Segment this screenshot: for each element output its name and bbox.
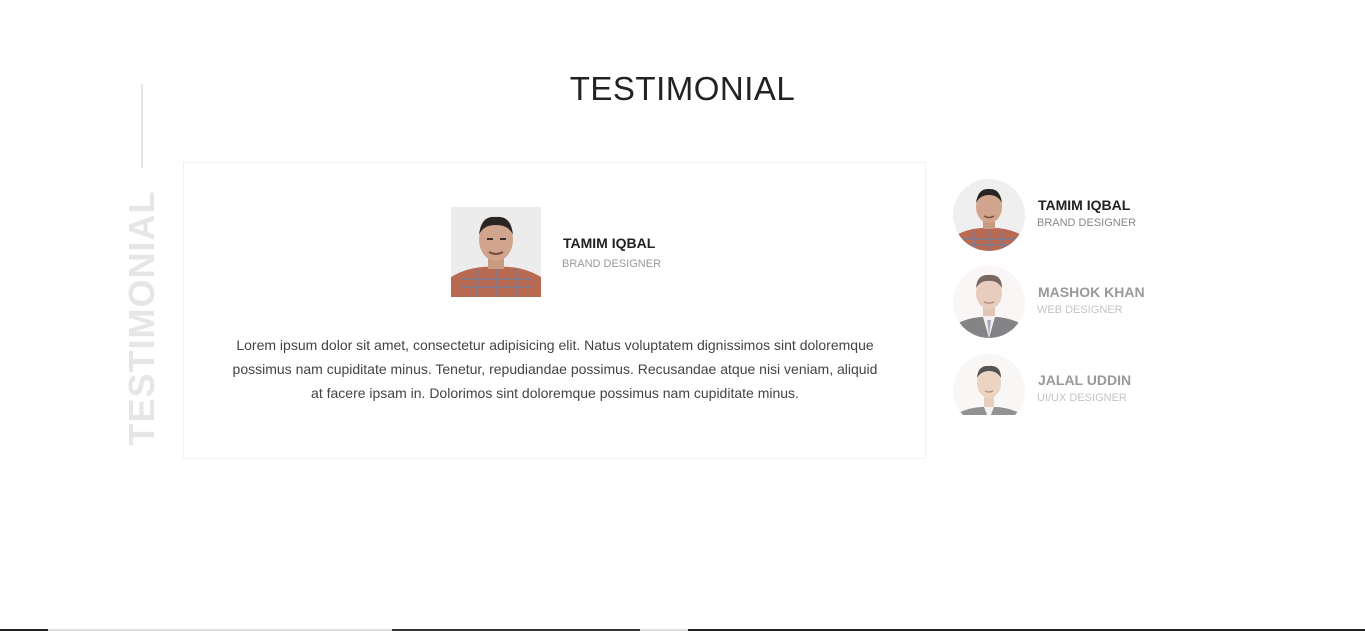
- testimonial-item-name: JALAL UDDIN: [1038, 372, 1132, 388]
- testimonial-quote: Lorem ipsum dolor sit amet, consectetur …: [232, 337, 878, 401]
- avatar: [953, 179, 1025, 251]
- featured-photo: [451, 207, 541, 297]
- vertical-divider: [141, 84, 143, 168]
- person-photo-icon: [953, 266, 1025, 338]
- side-label: TESTIMONIAL: [121, 190, 162, 446]
- avatar: [953, 266, 1025, 338]
- avatar: [953, 354, 1025, 415]
- testimonial-item-jalal[interactable]: JALAL UDDIN UI/UX DESIGNER: [952, 353, 1192, 415]
- testimonial-card: [183, 162, 926, 459]
- testimonial-item-tamim[interactable]: TAMIM IQBAL BRAND DESIGNER: [952, 178, 1192, 252]
- testimonial-item-name: TAMIM IQBAL: [1038, 197, 1131, 213]
- testimonial-item-mashok[interactable]: MASHOK KHAN WEB DESIGNER: [952, 265, 1192, 339]
- testimonial-item-role: WEB DESIGNER: [1037, 304, 1123, 316]
- testimonial-item-name: MASHOK KHAN: [1038, 284, 1145, 300]
- section-title: TESTIMONIAL: [569, 70, 796, 107]
- testimonial-item-role: BRAND DESIGNER: [1037, 217, 1137, 229]
- person-photo-icon: [953, 354, 1025, 415]
- person-photo-icon: [953, 179, 1025, 251]
- testimonial-item-role: UI/UX DESIGNER: [1037, 392, 1127, 404]
- testimonial-list: TAMIM IQBAL BRAND DESIGNER MASHOK KHAN W…: [952, 178, 1192, 415]
- featured-role: BRAND DESIGNER: [562, 258, 662, 270]
- person-photo-icon: [451, 207, 541, 297]
- featured-name: TAMIM IQBAL: [563, 235, 656, 251]
